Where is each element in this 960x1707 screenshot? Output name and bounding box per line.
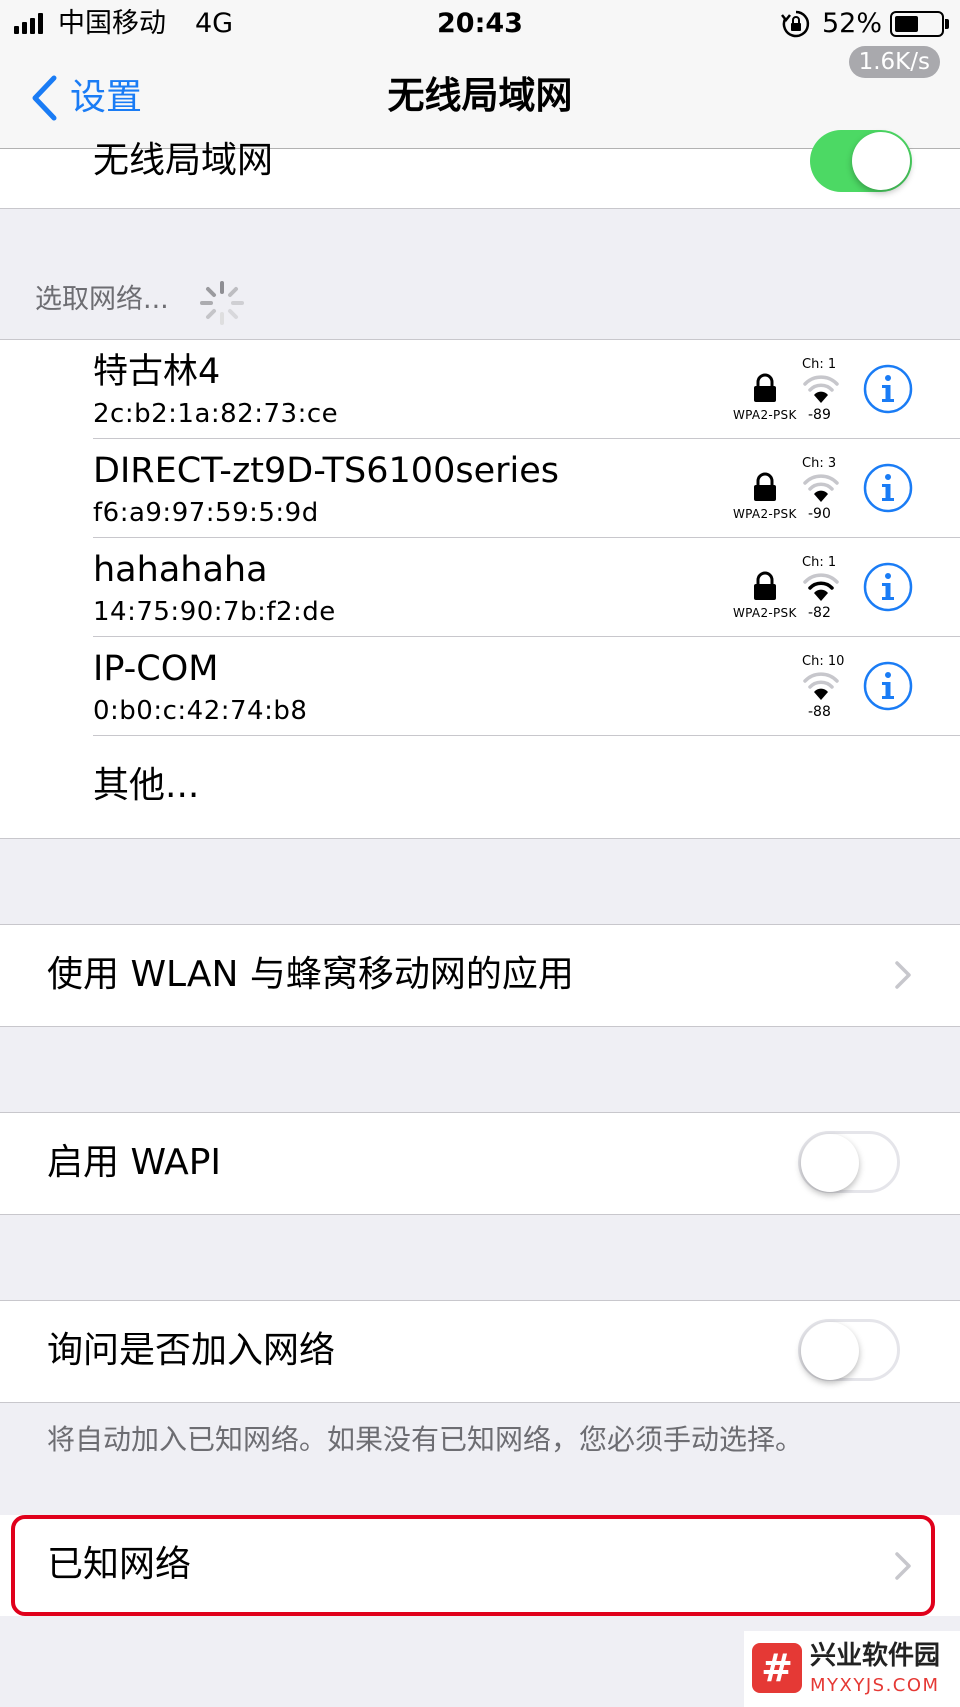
network-row[interactable]: hahahaha 14:75:90:7b:f2:de WPA2-PSK Ch: … <box>0 538 960 636</box>
rotation-lock-icon <box>781 10 810 38</box>
wifi-master-toggle[interactable] <box>810 130 912 192</box>
channel-label: Ch: 3 <box>802 456 837 471</box>
highlight-frame <box>11 1515 935 1616</box>
info-icon[interactable] <box>863 562 913 612</box>
network-mac: f6:a9:97:59:5:9d <box>93 498 319 528</box>
info-icon[interactable] <box>863 364 913 414</box>
channel-label: Ch: 10 <box>802 654 845 669</box>
clock: 20:43 <box>437 8 523 39</box>
status-bar: 中国移动 4G 20:43 52% <box>0 0 960 48</box>
wifi-master-label: 无线局域网 <box>93 140 274 181</box>
wifi-signal-icon <box>803 474 839 502</box>
watermark-en: MYXYJS.COM <box>810 1675 940 1696</box>
info-icon[interactable] <box>863 661 913 711</box>
network-name: 特古林4 <box>93 352 221 392</box>
apps-wlan-cellular-label: 使用 WLAN 与蜂窝移动网的应用 <box>47 954 574 995</box>
page-title: 无线局域网 <box>387 74 573 117</box>
lock-icon <box>754 373 776 402</box>
network-name: IP-COM <box>93 649 219 689</box>
network-row[interactable]: DIRECT-zt9D-TS6100series f6:a9:97:59:5:9… <box>0 439 960 537</box>
apps-wlan-cellular-row[interactable]: 使用 WLAN 与蜂窝移动网的应用 <box>0 924 960 1026</box>
network-row[interactable]: IP-COM 0:b0:c:42:74:b8 Ch: 10 -88 <box>0 637 960 735</box>
wifi-signal-icon <box>803 375 839 403</box>
wapi-toggle[interactable] <box>798 1131 900 1193</box>
ask-join-label: 询问是否加入网络 <box>47 1330 336 1371</box>
signal-strength-value: -88 <box>808 704 831 720</box>
battery-percent: 52% <box>822 8 883 39</box>
security-type: WPA2-PSK <box>733 606 797 620</box>
watermark-cn: 兴业软件园 <box>810 1641 941 1671</box>
network-name: hahahaha <box>93 550 268 590</box>
signal-strength-value: -90 <box>808 506 831 522</box>
wifi-signal-icon <box>803 573 839 601</box>
signal-strength-value: -89 <box>808 407 831 423</box>
other-network-row[interactable]: 其他... <box>0 736 960 838</box>
network-row[interactable]: 特古林4 2c:b2:1a:82:73:ce WPA2-PSK Ch: 1 -8… <box>0 340 960 438</box>
channel-label: Ch: 1 <box>802 555 837 570</box>
signal-strength-value: -82 <box>808 605 831 621</box>
wifi-signal-icon <box>803 672 839 700</box>
network-mac: 0:b0:c:42:74:b8 <box>93 696 308 726</box>
security-type: WPA2-PSK <box>733 507 797 521</box>
lock-icon <box>754 571 776 600</box>
battery-icon <box>890 11 949 37</box>
ask-join-toggle[interactable] <box>798 1319 900 1381</box>
network-mac: 2c:b2:1a:82:73:ce <box>93 399 339 429</box>
loading-spinner-icon <box>200 281 244 325</box>
wapi-label: 启用 WAPI <box>47 1142 222 1183</box>
watermark-logo-icon: # <box>752 1643 802 1693</box>
security-type: WPA2-PSK <box>733 408 797 422</box>
channel-label: Ch: 1 <box>802 357 837 372</box>
ask-join-note: 将自动加入已知网络。如果没有已知网络，您必须手动选择。 <box>47 1423 804 1456</box>
lock-icon <box>754 472 776 501</box>
network-speed-badge: 1.6K/s <box>848 46 940 78</box>
chevron-right-icon <box>895 961 911 989</box>
network-mac: 14:75:90:7b:f2:de <box>93 597 336 627</box>
watermark: # 兴业软件园 MYXYJS.COM <box>744 1631 960 1707</box>
choose-network-header: 选取网络... <box>35 284 169 315</box>
other-network-label: 其他... <box>93 765 200 806</box>
network-name: DIRECT-zt9D-TS6100series <box>93 451 559 491</box>
info-icon[interactable] <box>863 463 913 513</box>
